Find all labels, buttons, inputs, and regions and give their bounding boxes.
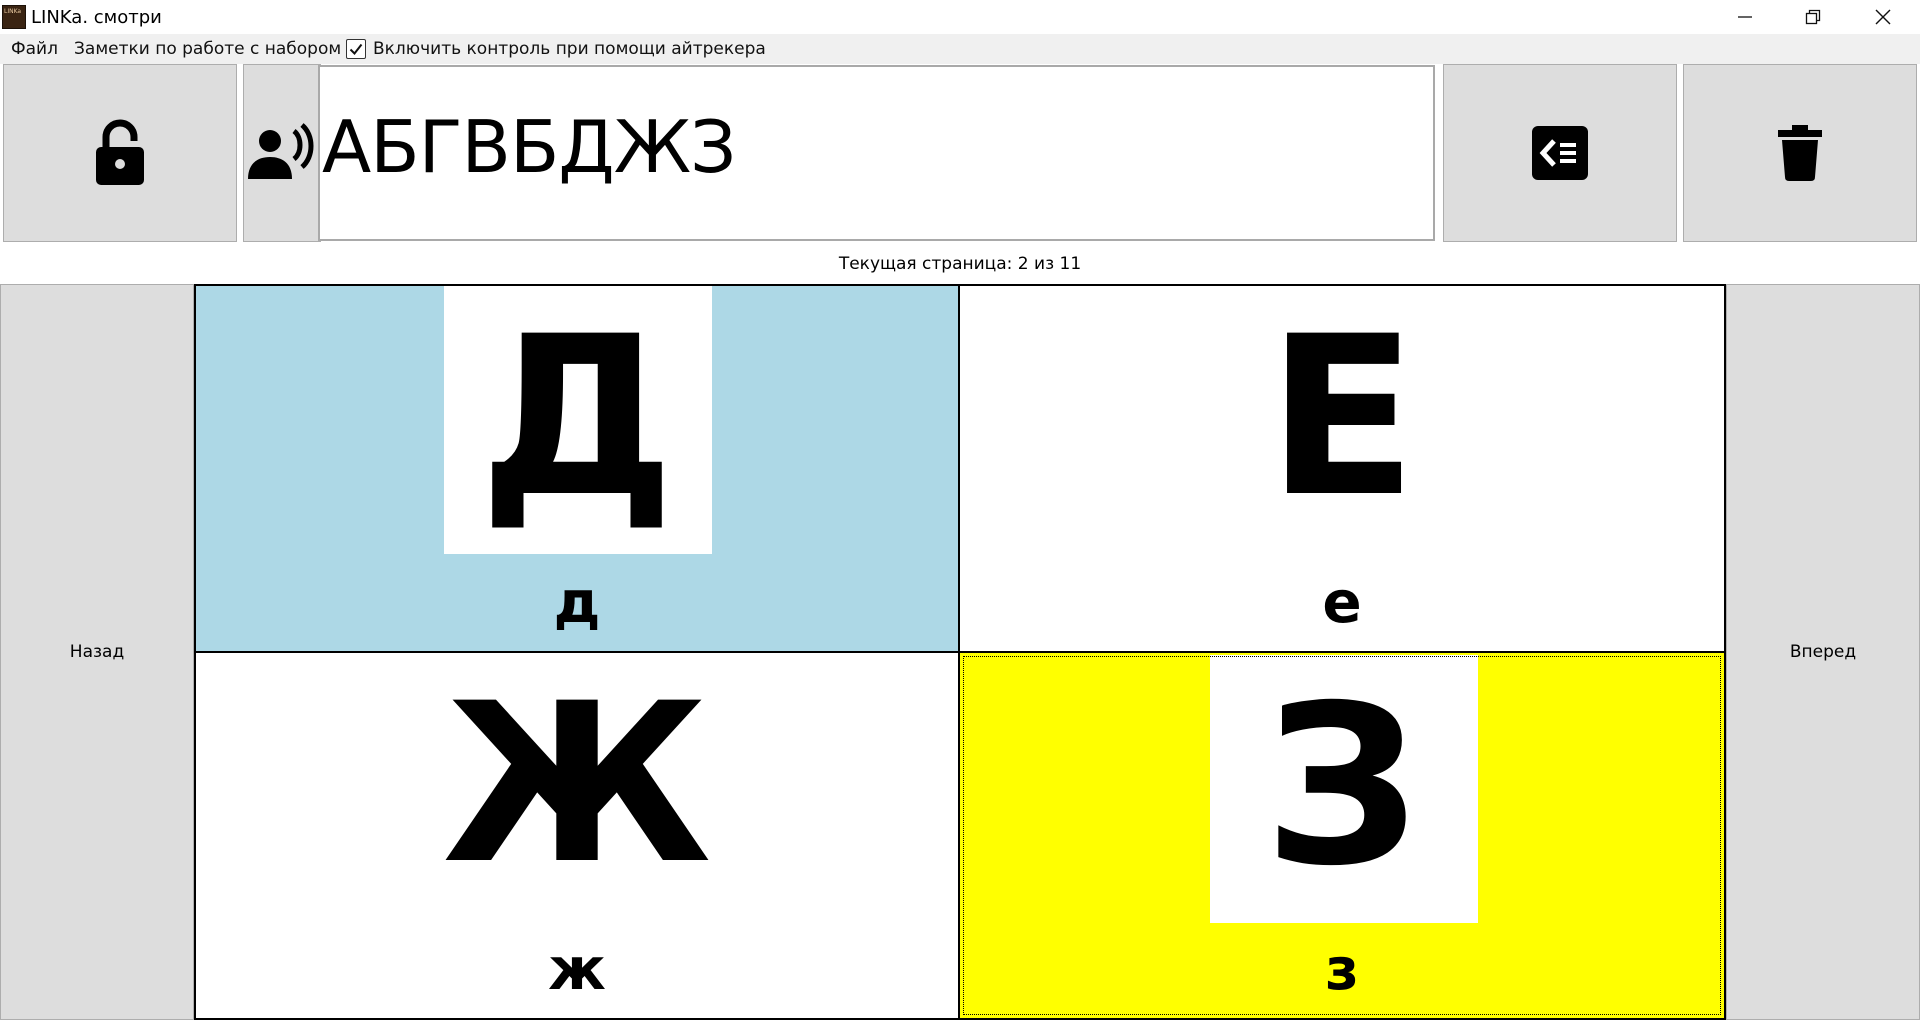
menu-file[interactable]: Файл	[11, 39, 58, 59]
restore-icon	[1805, 9, 1821, 25]
speak-button[interactable]	[243, 64, 321, 242]
unlock-icon	[96, 119, 144, 185]
menu-bar: Файл Заметки по работе с набором Включит…	[0, 34, 1920, 64]
typed-text: АБГВБДЖЗ	[322, 105, 736, 189]
trash-icon	[1778, 125, 1822, 181]
card-caption: ж	[548, 935, 606, 1003]
menu-notes[interactable]: Заметки по работе с набором	[74, 39, 341, 59]
text-output-field[interactable]: АБГВБДЖЗ	[318, 65, 1435, 241]
clear-button[interactable]	[1683, 64, 1917, 242]
backspace-button[interactable]	[1443, 64, 1677, 242]
close-icon	[1875, 9, 1891, 25]
letter-card-de[interactable]: Д д	[194, 284, 960, 653]
card-glyph: З	[1263, 658, 1421, 914]
forward-button[interactable]: Вперед	[1726, 284, 1920, 1020]
app-logo-icon: LINKa	[2, 5, 26, 29]
card-glyph: Ж	[442, 656, 712, 912]
forward-button-label: Вперед	[1789, 642, 1857, 662]
letter-card-ye[interactable]: Е е	[958, 284, 1726, 653]
minimize-icon	[1738, 16, 1752, 18]
back-button-label: Назад	[69, 642, 125, 662]
card-glyph: Е	[1266, 289, 1418, 545]
card-caption: д	[553, 568, 601, 636]
card-caption: з	[1325, 935, 1359, 1003]
eyetracker-checkbox[interactable]	[346, 39, 366, 59]
window-title: LINKa. смотри	[31, 7, 162, 28]
restore-button[interactable]	[1778, 0, 1848, 34]
back-button[interactable]: Назад	[0, 284, 194, 1020]
title-bar: LINKa LINKa. смотри	[0, 0, 1920, 34]
checkmark-icon	[349, 43, 363, 56]
letter-card-zhe[interactable]: Ж ж	[194, 651, 960, 1020]
page-status: Текущая страница: 2 из 11	[838, 254, 1082, 274]
eyetracker-label[interactable]: Включить контроль при помощи айтрекера	[373, 39, 766, 59]
speak-icon	[248, 123, 314, 179]
minimize-button[interactable]	[1710, 0, 1780, 34]
close-button[interactable]	[1848, 0, 1918, 34]
backspace-icon	[1532, 126, 1588, 180]
card-caption: е	[1322, 568, 1362, 636]
card-glyph: Д	[479, 289, 675, 545]
letter-card-ze[interactable]: З з	[958, 651, 1726, 1020]
lock-button[interactable]	[3, 64, 237, 242]
